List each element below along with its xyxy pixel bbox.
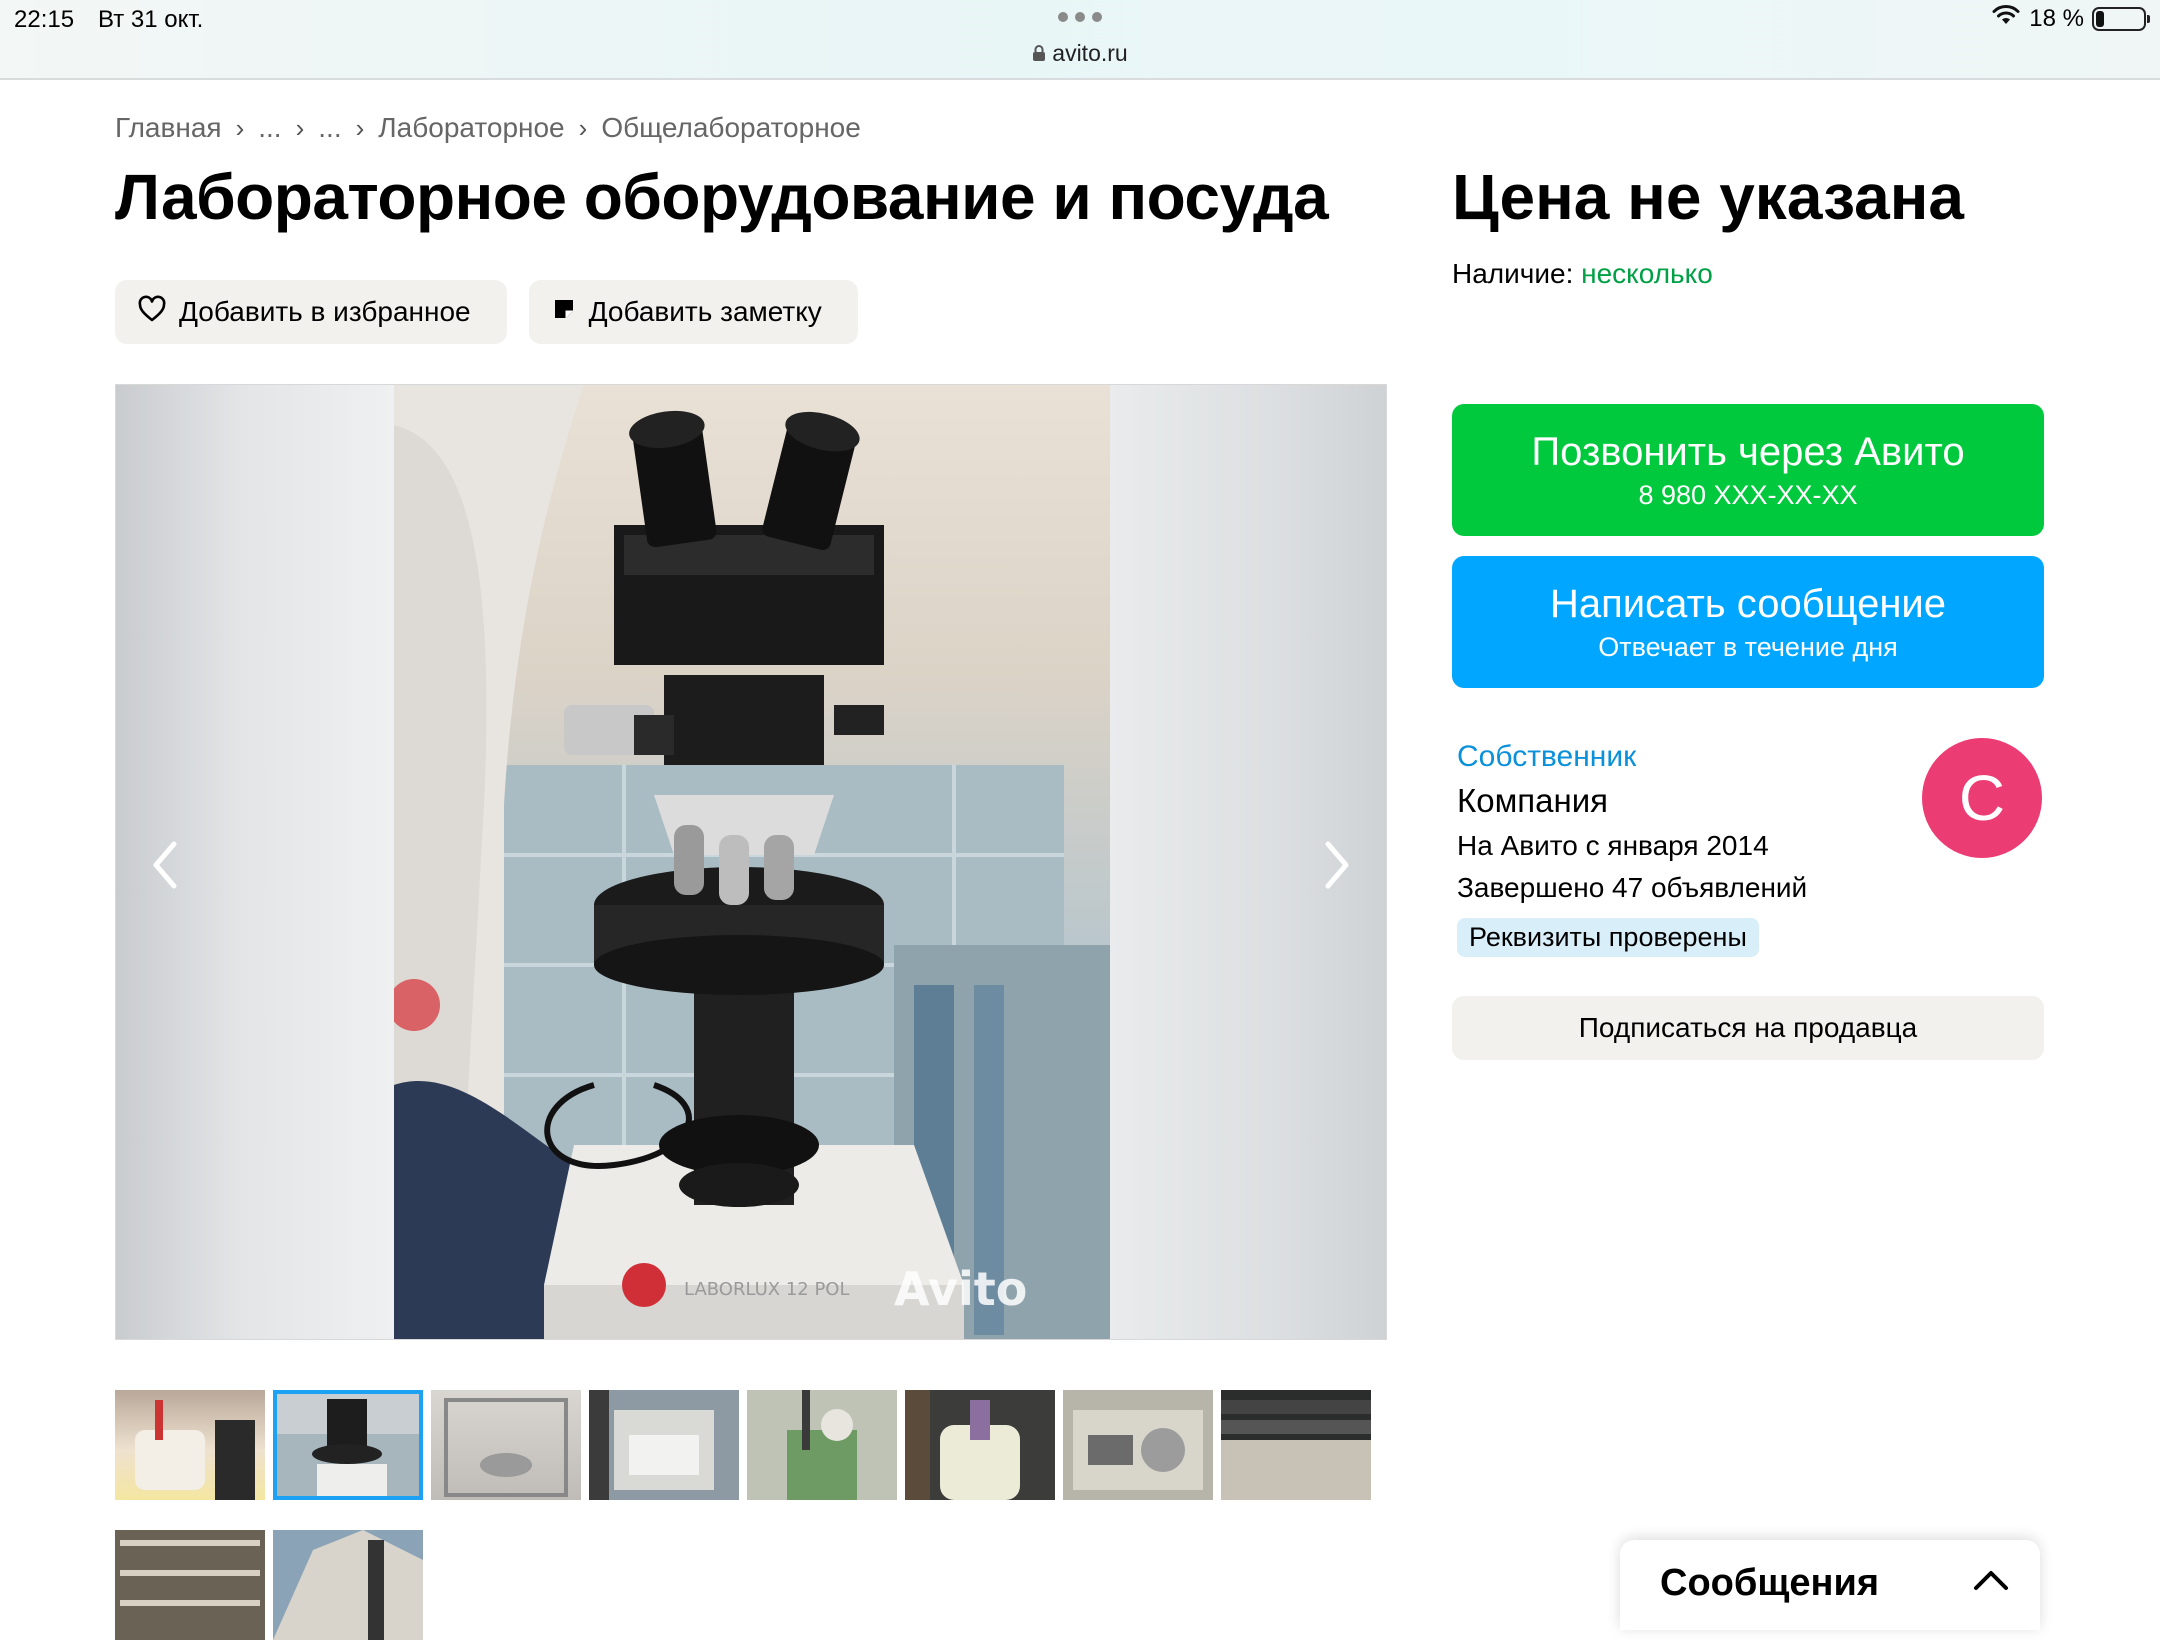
messages-panel[interactable]: Сообщения: [1620, 1540, 2040, 1630]
microscope-photo: LABORLUX 12 POL Avito: [394, 385, 1110, 1339]
breadcrumb-item-lab[interactable]: Лабораторное: [378, 112, 564, 144]
chevron-right-icon: ›: [235, 112, 245, 143]
battery-percent: 18 %: [2029, 4, 2084, 32]
clock: 22:15: [14, 6, 75, 33]
breadcrumb: Главная › ... › ... › Лабораторное › Общ…: [115, 112, 861, 144]
thumbnail[interactable]: [431, 1390, 581, 1500]
add-favorite-button[interactable]: Добавить в избранное: [115, 280, 507, 344]
system-indicators: 18 %: [1991, 4, 2150, 33]
availability-label: Наличие:: [1452, 258, 1574, 289]
breadcrumb-item-general-lab[interactable]: Общелабораторное: [601, 112, 861, 144]
heart-icon: [137, 295, 167, 330]
gallery-next-button[interactable]: [1306, 825, 1366, 905]
chevron-left-icon: [153, 841, 177, 889]
photo-gallery[interactable]: LABORLUX 12 POL Avito: [115, 384, 1387, 1340]
page-title: Лабораторное оборудование и посуда: [115, 161, 1329, 233]
messages-label: Сообщения: [1660, 1562, 1880, 1604]
more-dots-icon[interactable]: [1058, 12, 1102, 22]
chevron-right-icon: [1325, 841, 1349, 889]
thumbnail[interactable]: [1063, 1390, 1213, 1500]
add-note-button[interactable]: Добавить заметку: [528, 280, 858, 344]
message-button[interactable]: Написать сообщение Отвечает в течение дн…: [1452, 556, 2044, 688]
call-button[interactable]: Позвонить через Авито 8 980 XXX-XX-XX: [1452, 404, 2044, 536]
chevron-right-icon: ›: [578, 112, 588, 143]
seller-completed: Завершено 47 объявлений: [1457, 872, 1808, 903]
breadcrumb-item-collapsed[interactable]: ...: [258, 112, 281, 144]
thumbnail[interactable]: [1221, 1390, 1371, 1500]
date: Вт 31 окт.: [98, 6, 204, 33]
main-photo[interactable]: LABORLUX 12 POL Avito: [394, 385, 1110, 1339]
add-note-label: Добавить заметку: [588, 296, 822, 327]
thumbnail[interactable]: [905, 1390, 1055, 1500]
avito-watermark: Avito: [894, 1262, 1027, 1316]
call-button-phone: 8 980 XXX-XX-XX: [1638, 480, 1858, 510]
note-icon: [551, 296, 577, 329]
subscribe-button[interactable]: Подписаться на продавца: [1452, 996, 2044, 1060]
listing-actions: Добавить в избранное Добавить заметку: [115, 280, 858, 344]
thumbnail[interactable]: [115, 1390, 265, 1500]
message-button-sub: Отвечает в течение дня: [1598, 632, 1898, 662]
breadcrumb-item-home[interactable]: Главная: [115, 112, 222, 144]
battery-icon: [2092, 6, 2150, 31]
thumbnail[interactable]: [747, 1390, 897, 1500]
availability-value: несколько: [1581, 258, 1713, 289]
thumbnail[interactable]: [589, 1390, 739, 1500]
chevron-right-icon: ›: [295, 112, 305, 143]
chevron-right-icon: ›: [355, 112, 365, 143]
breadcrumb-item-collapsed[interactable]: ...: [318, 112, 341, 144]
address-bar[interactable]: avito.ru: [0, 40, 2160, 68]
availability: Наличие: несколько: [1452, 258, 1713, 290]
wifi-icon: [1991, 4, 2021, 33]
lock-icon: [1032, 41, 1046, 68]
thumbnail[interactable]: [115, 1530, 265, 1640]
thumbnail[interactable]: [273, 1530, 423, 1640]
message-button-label: Написать сообщение: [1549, 582, 1946, 626]
chevron-up-icon[interactable]: [1972, 1568, 2010, 1597]
gallery-prev-button[interactable]: [136, 825, 196, 905]
price: Цена не указана: [1452, 161, 1964, 233]
add-favorite-label: Добавить в избранное: [179, 296, 471, 327]
thumbnail-selected[interactable]: [273, 1390, 423, 1500]
seller-avatar[interactable]: С: [1922, 738, 2042, 858]
browser-status-bar: 22:15 Вт 31 окт. avito.ru 18 %: [0, 0, 2160, 80]
verified-badge: Реквизиты проверены: [1457, 918, 1759, 957]
photo-label: LABORLUX 12 POL: [684, 1279, 850, 1300]
call-button-label: Позвонить через Авито: [1531, 430, 1965, 474]
url-text: avito.ru: [1052, 40, 1128, 66]
